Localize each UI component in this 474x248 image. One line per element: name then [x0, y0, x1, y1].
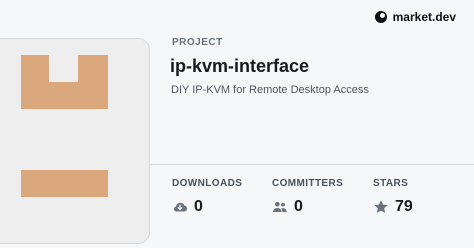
brand[interactable]: market.dev: [374, 10, 456, 24]
stat-label: COMMITTERS: [272, 178, 344, 189]
stat-value: 0: [294, 198, 303, 215]
box-logo-notch: [49, 55, 78, 82]
project-title: ip-kvm-interface: [170, 56, 310, 76]
brand-name: market.dev: [392, 10, 456, 24]
box-logo-bottom: [21, 170, 108, 197]
stat-stars: STARS 79: [373, 178, 413, 216]
stat-label: STARS: [373, 178, 409, 189]
users-icon: [272, 199, 288, 215]
divider: [150, 164, 474, 165]
stat-label: DOWNLOADS: [172, 178, 243, 189]
market-dev-logo-icon: [374, 11, 387, 23]
project-kicker: PROJECT: [172, 37, 223, 48]
stat-committers: COMMITTERS 0: [272, 178, 343, 216]
project-description: DIY IP-KVM for Remote Desktop Access: [171, 84, 369, 96]
stat-downloads: DOWNLOADS 0: [172, 178, 242, 216]
stat-value: 79: [395, 198, 413, 215]
stat-value: 0: [194, 198, 203, 215]
cloud-download-icon: [172, 199, 188, 215]
star-icon: [373, 199, 389, 215]
